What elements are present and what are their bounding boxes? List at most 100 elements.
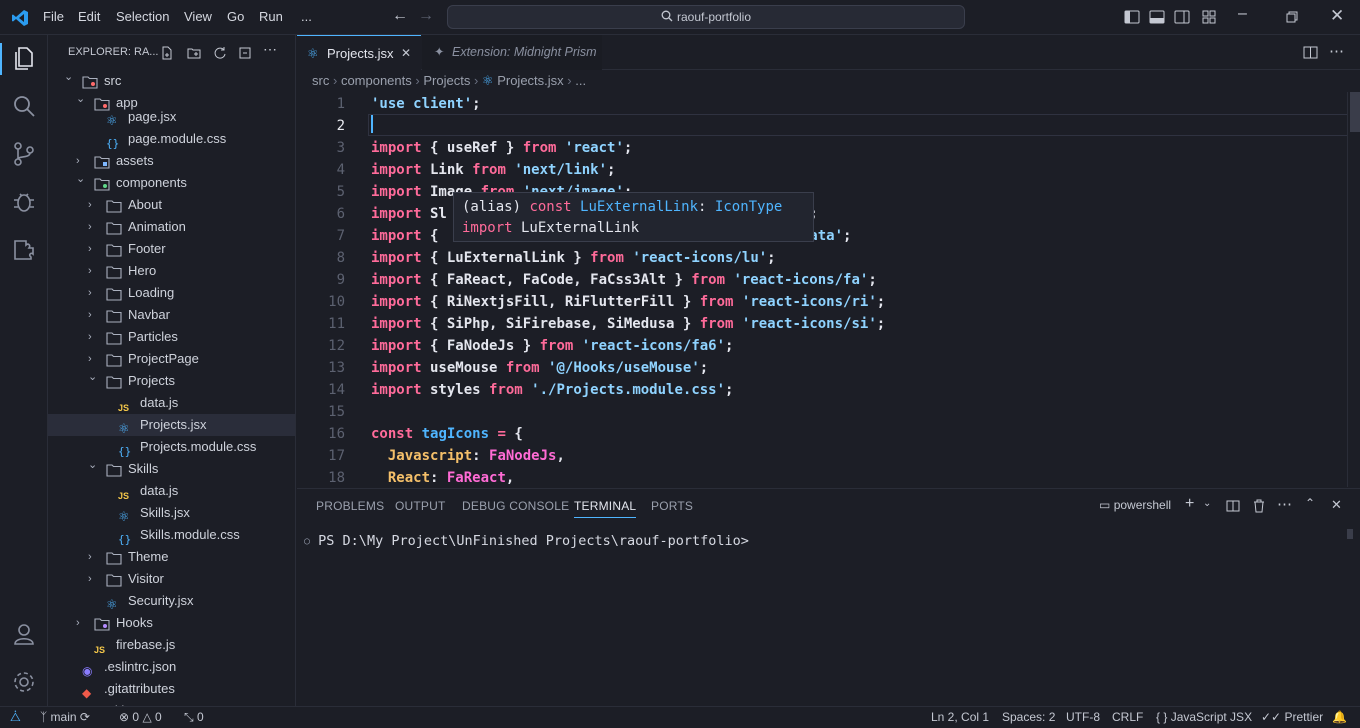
terminal-output[interactable]: ○ PS D:\My Project\UnFinished Projects\r… bbox=[304, 533, 749, 549]
extensions-icon[interactable] bbox=[10, 236, 38, 264]
tree-file[interactable]: ⚛ page.jsx bbox=[48, 106, 295, 128]
tab-output[interactable]: OUTPUT bbox=[395, 499, 446, 513]
tree-folder[interactable]: › Hooks bbox=[48, 612, 295, 634]
close-panel-icon[interactable]: ✕ bbox=[1331, 497, 1342, 513]
breadcrumb-components[interactable]: components bbox=[341, 73, 412, 88]
terminal-scrollbar[interactable] bbox=[1347, 529, 1353, 539]
bell-icon[interactable]: 🔔 bbox=[1332, 710, 1347, 724]
split-editor-icon[interactable] bbox=[1303, 45, 1318, 60]
menu-file[interactable]: File bbox=[43, 9, 64, 24]
code-line[interactable]: React: FaReact, bbox=[371, 467, 514, 487]
code-line[interactable] bbox=[371, 115, 373, 137]
command-center-search[interactable]: raouf-portfolio bbox=[447, 5, 965, 29]
explorer-more-icon[interactable]: ⋯ bbox=[263, 41, 277, 58]
remote-icon[interactable]: ⧊ bbox=[10, 710, 21, 725]
editor-more-icon[interactable]: ⋯ bbox=[1329, 42, 1344, 60]
tab-ports[interactable]: PORTS bbox=[651, 499, 693, 513]
source-control-icon[interactable] bbox=[10, 140, 38, 168]
chevron-down-icon[interactable]: ⌄ bbox=[1203, 498, 1211, 509]
breadcrumb-symbol[interactable]: ... bbox=[575, 73, 586, 88]
toggle-secondary-sidebar-icon[interactable] bbox=[1173, 8, 1191, 26]
tree-folder[interactable]: › About bbox=[48, 194, 295, 216]
code-line[interactable]: const tagIcons = { bbox=[371, 423, 523, 445]
tree-file[interactable]: {} page.module.css bbox=[48, 128, 295, 150]
tree-folder[interactable]: › Visitor bbox=[48, 568, 295, 590]
language-mode[interactable]: { } JavaScript JSX bbox=[1156, 710, 1252, 724]
tab-extension[interactable]: ✦ Extension: Midnight Prism bbox=[422, 35, 602, 70]
code-editor[interactable]: 1 'use client'; 2 3 import { useRef } from '… bbox=[297, 92, 1347, 487]
code-line[interactable]: Javascript: FaNodeJs, bbox=[371, 445, 565, 467]
tab-projects-jsx[interactable]: ⚛ Projects.jsx ✕ bbox=[297, 35, 421, 70]
code-line[interactable]: import styles from './Projects.module.cs… bbox=[371, 379, 733, 401]
customize-layout-icon[interactable] bbox=[1200, 8, 1218, 26]
end-of-line[interactable]: CRLF bbox=[1112, 710, 1143, 724]
maximize-panel-icon[interactable]: ⌃ bbox=[1305, 496, 1315, 510]
menu-edit[interactable]: Edit bbox=[78, 9, 100, 24]
code-line[interactable]: import { RiNextjsFill, RiFlutterFill } f… bbox=[371, 291, 885, 313]
tree-folder[interactable]: › Navbar bbox=[48, 304, 295, 326]
tree-file[interactable]: ⚛ Skills.jsx bbox=[48, 502, 295, 524]
tree-file[interactable]: JS data.js bbox=[48, 392, 295, 414]
back-arrow-icon[interactable]: ← bbox=[392, 7, 408, 25]
tree-folder[interactable]: › ProjectPage bbox=[48, 348, 295, 370]
tree-folder[interactable]: ⌄ components bbox=[48, 172, 295, 194]
code-line[interactable]: 'use client'; bbox=[371, 93, 481, 115]
trash-icon[interactable] bbox=[1252, 499, 1266, 513]
toggle-panel-icon[interactable] bbox=[1148, 8, 1166, 26]
tree-file[interactable]: JS firebase.js bbox=[48, 634, 295, 656]
tree-folder[interactable]: › Footer bbox=[48, 238, 295, 260]
breadcrumb-projects[interactable]: Projects bbox=[423, 73, 470, 88]
encoding[interactable]: UTF-8 bbox=[1066, 710, 1100, 724]
tree-folder[interactable]: ⌄ Skills bbox=[48, 458, 295, 480]
code-line[interactable]: import { SiPhp, SiFirebase, SiMedusa } f… bbox=[371, 313, 885, 335]
search-view-icon[interactable] bbox=[10, 92, 38, 120]
menu-go[interactable]: Go bbox=[227, 9, 244, 24]
restore-icon[interactable] bbox=[1283, 8, 1301, 26]
tree-file[interactable]: ⚛ Security.jsx bbox=[48, 590, 295, 612]
tree-file[interactable]: {} Skills.module.css bbox=[48, 524, 295, 546]
code-line[interactable]: import Link from 'next/link'; bbox=[371, 159, 615, 181]
menu-run[interactable]: Run bbox=[259, 9, 283, 24]
close-window-icon[interactable]: ✕ bbox=[1330, 6, 1344, 26]
ports-indicator[interactable]: ⤡ 0 bbox=[184, 710, 204, 725]
branch-indicator[interactable]: ᛉ main ⟳ bbox=[40, 710, 90, 724]
code-line[interactable]: import { LuExternalLink } from 'react-ic… bbox=[371, 247, 776, 269]
menu-selection[interactable]: Selection bbox=[116, 9, 169, 24]
tree-folder[interactable]: › Loading bbox=[48, 282, 295, 304]
code-line[interactable]: import useMouse from '@/Hooks/useMouse'; bbox=[371, 357, 708, 379]
breadcrumb-file[interactable]: Projects.jsx bbox=[497, 73, 563, 88]
tab-problems[interactable]: PROBLEMS bbox=[316, 499, 384, 513]
settings-gear-icon[interactable] bbox=[10, 668, 38, 696]
code-line[interactable]: import { useRef } from 'react'; bbox=[371, 137, 632, 159]
editor-scroll-thumb[interactable] bbox=[1350, 92, 1360, 132]
new-file-icon[interactable] bbox=[160, 46, 174, 60]
terminal-shell-selector[interactable]: ▭ powershell bbox=[1099, 498, 1171, 512]
explorer-icon[interactable] bbox=[10, 44, 38, 72]
panel-more-icon[interactable]: ⋯ bbox=[1277, 495, 1292, 513]
minimize-icon[interactable]: – bbox=[1238, 5, 1247, 23]
tree-file[interactable]: ⚛ Projects.jsx bbox=[48, 414, 295, 436]
accounts-icon[interactable] bbox=[10, 620, 38, 648]
cursor-position[interactable]: Ln 2, Col 1 bbox=[931, 710, 989, 724]
new-folder-icon[interactable] bbox=[187, 46, 201, 60]
tree-folder[interactable]: ⌄ Projects bbox=[48, 370, 295, 392]
prettier-status[interactable]: ✓✓ Prettier bbox=[1261, 710, 1323, 724]
indentation[interactable]: Spaces: 2 bbox=[1002, 710, 1055, 724]
toggle-primary-sidebar-icon[interactable] bbox=[1123, 8, 1141, 26]
forward-arrow-icon[interactable]: → bbox=[418, 7, 434, 25]
refresh-icon[interactable] bbox=[213, 46, 227, 60]
tree-file[interactable]: ◆ .gitattributes bbox=[48, 678, 295, 700]
collapse-all-icon[interactable] bbox=[238, 46, 252, 60]
tab-terminal[interactable]: TERMINAL bbox=[574, 499, 637, 518]
tree-folder[interactable]: › Animation bbox=[48, 216, 295, 238]
close-tab-icon[interactable]: ✕ bbox=[401, 36, 411, 71]
problems-indicator[interactable]: ⊗ 0 △ 0 bbox=[119, 710, 162, 724]
menu-view[interactable]: View bbox=[184, 9, 212, 24]
tree-file[interactable]: {} Projects.module.css bbox=[48, 436, 295, 458]
tree-folder[interactable]: › Theme bbox=[48, 546, 295, 568]
new-terminal-icon[interactable]: + bbox=[1185, 495, 1194, 513]
tree-folder[interactable]: › Particles bbox=[48, 326, 295, 348]
editor-scrollbar[interactable] bbox=[1347, 92, 1360, 487]
tab-debug-console[interactable]: DEBUG CONSOLE bbox=[462, 499, 569, 513]
breadcrumb-src[interactable]: src bbox=[312, 73, 329, 88]
